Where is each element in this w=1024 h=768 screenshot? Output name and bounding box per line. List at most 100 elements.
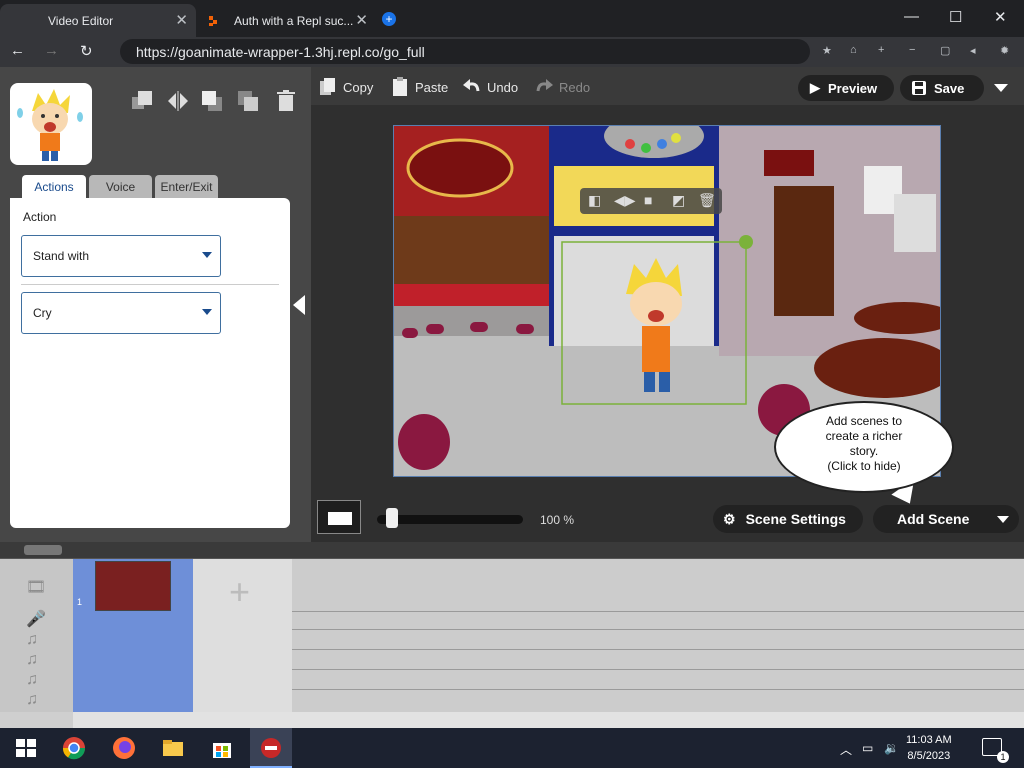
new-tab-icon[interactable]: + xyxy=(382,12,396,26)
track-icons-column: 🎞 🎤 ♫ ♫ ♫ ♫ xyxy=(0,559,73,712)
window-icon[interactable]: ▢ xyxy=(940,44,950,57)
scene-thumbnail-1[interactable]: 1 xyxy=(73,559,193,712)
send-front-icon[interactable]: ■ xyxy=(644,192,652,208)
flip-icon[interactable] xyxy=(166,89,190,113)
copy-button[interactable]: Copy xyxy=(319,77,373,97)
bookmark-star-icon[interactable]: ★ xyxy=(822,44,832,57)
zoom-slider-handle[interactable] xyxy=(386,508,398,528)
close-tab-icon[interactable]: ✕ xyxy=(355,11,368,29)
undo-button[interactable]: Undo xyxy=(463,77,518,97)
notification-center-icon[interactable]: 1 xyxy=(982,738,1009,763)
paste-button[interactable]: Paste xyxy=(391,77,448,97)
flip-icon[interactable]: ◀▶ xyxy=(614,192,636,209)
windows-taskbar: ︿ ▭ 🔉 11:03 AM 8/5/2023 1 xyxy=(0,728,1024,768)
video-editor-app-icon[interactable] xyxy=(259,736,283,760)
browser-tab-bar: Video Editor ✕ Auth with a Repl suc... ✕… xyxy=(0,0,1024,37)
redo-icon xyxy=(536,79,553,92)
tab-enter-exit[interactable]: Enter/Exit xyxy=(155,175,218,199)
plus-icon[interactable]: + xyxy=(878,44,884,56)
address-bar[interactable]: https://goanimate-wrapper-1.3hj.repl.co/… xyxy=(120,39,810,64)
hint-line: Add scenes to xyxy=(825,414,903,428)
preview-button[interactable]: ▶ Preview xyxy=(798,75,894,101)
stage-controls: 100 % ⚙ Scene Settings Add Scene xyxy=(311,500,1024,542)
add-scenes-hint-bubble[interactable]: Add scenes to create a richer story. (Cl… xyxy=(774,401,954,493)
send-back-icon[interactable]: ◩ xyxy=(672,192,685,209)
collapse-panel-arrow-icon[interactable] xyxy=(293,295,305,315)
reload-icon[interactable]: ↻ xyxy=(80,42,93,60)
timeline: 🎞 🎤 ♫ ♫ ♫ ♫ 1 + xyxy=(0,542,1024,728)
music-note-icon: ♫ xyxy=(26,691,38,708)
scene-settings-button[interactable]: ⚙ Scene Settings xyxy=(713,505,863,533)
timeline-ruler xyxy=(0,542,1024,559)
paste-label: Paste xyxy=(415,79,449,95)
preview-label: Preview xyxy=(828,80,878,96)
tab-actions[interactable]: Actions xyxy=(22,175,86,199)
microphone-icon: 🎤 xyxy=(26,611,46,628)
undo-label: Undo xyxy=(487,79,519,95)
add-scene-button[interactable]: Add Scene xyxy=(873,505,1019,533)
back-icon[interactable]: ← xyxy=(10,42,25,59)
minimize-icon[interactable]: — xyxy=(904,8,919,25)
clock-time: 11:03 AM xyxy=(906,734,952,746)
object-mini-toolbar: ◧ ◀▶ ■ ◩ 🗑 xyxy=(580,188,722,214)
close-tab-icon[interactable]: ✕ xyxy=(175,11,188,29)
zoom-slider-track[interactable] xyxy=(377,515,523,524)
forward-icon[interactable]: → xyxy=(44,42,59,59)
tab-auth-repl[interactable]: Auth with a Repl suc... ✕ xyxy=(198,4,376,37)
tab-label: Video Editor xyxy=(48,13,114,28)
hint-line: create a richer xyxy=(825,429,903,443)
send-front-icon[interactable] xyxy=(200,89,224,113)
chrome-icon[interactable] xyxy=(62,736,86,760)
crying-character-icon xyxy=(17,89,83,161)
more-menu-arrow-icon[interactable] xyxy=(994,84,1008,92)
edit-toolbar: Copy Paste Undo Redo ▶ Preview Save xyxy=(311,67,1024,105)
browser-nav-bar: ← → ↻ https://goanimate-wrapper-1.3hj.re… xyxy=(0,37,1024,67)
save-button[interactable]: Save xyxy=(900,75,984,101)
file-explorer-icon[interactable] xyxy=(161,736,185,760)
firefox-icon[interactable] xyxy=(112,736,136,760)
stage-area: ◧ ◀▶ ■ ◩ 🗑 Add scenes to create a richer… xyxy=(311,105,1024,542)
video-editor-app: Actions Voice Enter/Exit Action Stand wi… xyxy=(0,67,1024,728)
trash-icon[interactable]: 🗑 xyxy=(698,192,716,209)
timeline-zoom-handle[interactable] xyxy=(24,545,62,555)
network-icon[interactable]: ▭ xyxy=(862,741,873,755)
tab-label: Auth with a Repl suc... xyxy=(234,13,354,28)
system-clock[interactable]: 11:03 AM 8/5/2023 xyxy=(906,732,952,764)
emotion-dropdown[interactable]: Cry xyxy=(21,292,221,334)
camera-view-button[interactable] xyxy=(317,500,361,534)
show-hidden-icons-chevron-icon[interactable]: ︿ xyxy=(840,741,852,758)
trash-icon[interactable] xyxy=(274,89,298,113)
action-dropdown[interactable]: Stand with xyxy=(21,235,221,277)
microsoft-store-icon[interactable] xyxy=(210,736,234,760)
track-divider xyxy=(292,629,1024,630)
send-back-icon[interactable] xyxy=(236,89,260,113)
close-window-icon[interactable]: ✕ xyxy=(994,8,1007,26)
add-scene-label: Add Scene xyxy=(897,511,970,527)
paste-icon xyxy=(393,77,407,96)
chevron-down-icon[interactable] xyxy=(997,516,1009,523)
gear-icon: ⚙ xyxy=(723,510,736,527)
emotion-dropdown-value: Cry xyxy=(33,306,52,320)
home-icon[interactable]: ⌂ xyxy=(850,44,857,56)
volume-icon[interactable]: 🔉 xyxy=(884,741,899,755)
scene-preview-image xyxy=(95,561,171,611)
add-scene-slot[interactable]: + xyxy=(193,559,292,712)
chevron-down-icon xyxy=(202,309,212,315)
camera-frame-icon xyxy=(328,512,352,525)
settings-gear-icon[interactable]: ✹ xyxy=(1000,44,1009,57)
windows-start-icon[interactable] xyxy=(14,736,38,760)
track-divider xyxy=(292,649,1024,650)
clock-date: 8/5/2023 xyxy=(907,750,951,762)
redo-button[interactable]: Redo xyxy=(535,77,590,97)
copy-icon xyxy=(320,78,335,95)
minus-icon[interactable]: − xyxy=(909,44,915,56)
tab-voice[interactable]: Voice xyxy=(89,175,152,199)
character-properties-panel: Actions Voice Enter/Exit Action Stand wi… xyxy=(0,67,311,542)
speaker-icon[interactable]: ◂ xyxy=(970,44,976,57)
tab-video-editor[interactable]: Video Editor ✕ xyxy=(0,4,196,37)
actions-panel: Action Stand with Cry xyxy=(10,198,290,528)
bring-forward-icon[interactable]: ◧ xyxy=(588,192,601,209)
maximize-icon[interactable]: ☐ xyxy=(949,8,962,26)
timeline-scrollbar[interactable] xyxy=(73,712,1024,728)
bring-forward-icon[interactable] xyxy=(130,89,154,113)
